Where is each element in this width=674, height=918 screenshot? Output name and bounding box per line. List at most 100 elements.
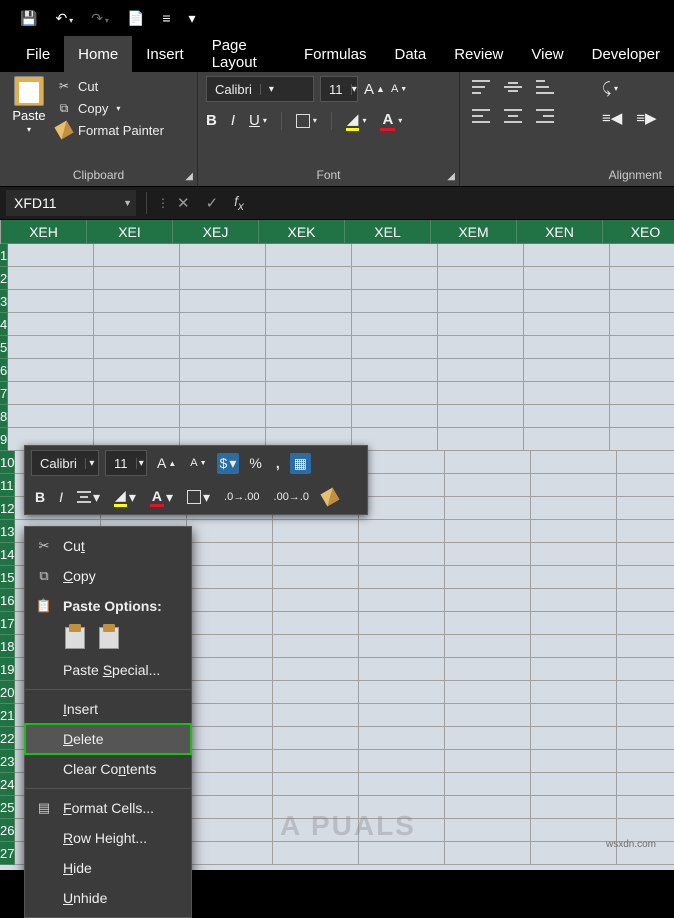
mini-decrease-font[interactable]: A▼ [186, 457, 210, 469]
column-header[interactable]: XEK [259, 220, 345, 244]
font-size-select[interactable]: 11▾ [320, 76, 358, 102]
cell[interactable] [8, 244, 94, 267]
mini-table-button[interactable]: ▦ [290, 453, 311, 474]
cell[interactable] [8, 267, 94, 290]
cell[interactable] [531, 543, 617, 566]
row-header[interactable]: 16 [0, 589, 15, 612]
row-header[interactable]: 20 [0, 681, 15, 704]
cell[interactable] [352, 313, 438, 336]
cell[interactable] [187, 635, 273, 658]
tab-file[interactable]: File [12, 36, 64, 72]
cell[interactable] [180, 359, 266, 382]
row-header[interactable]: 4 [0, 313, 8, 336]
cell[interactable] [617, 543, 674, 566]
menu-cut[interactable]: ✂Cut [25, 531, 191, 561]
row-header[interactable]: 6 [0, 359, 8, 382]
cell[interactable] [8, 382, 94, 405]
cell[interactable] [445, 727, 531, 750]
font-color-button[interactable]: A▾ [380, 111, 402, 131]
cell[interactable] [617, 566, 674, 589]
cell[interactable] [187, 520, 273, 543]
mini-increase-decimal[interactable]: .0→.00 [220, 491, 263, 503]
align-left-button[interactable] [472, 109, 490, 123]
cell[interactable] [94, 382, 180, 405]
borders-button[interactable]: ▾ [296, 114, 317, 128]
cell[interactable] [8, 290, 94, 313]
cell[interactable] [187, 796, 273, 819]
cell[interactable] [273, 612, 359, 635]
cell[interactable] [266, 382, 352, 405]
mini-size-select[interactable]: 11▾ [105, 450, 147, 476]
cell[interactable] [531, 658, 617, 681]
cell[interactable] [187, 658, 273, 681]
cell[interactable] [359, 520, 445, 543]
cell[interactable] [531, 589, 617, 612]
cell[interactable] [187, 566, 273, 589]
cell[interactable] [273, 842, 359, 865]
align-center-button[interactable] [504, 109, 522, 123]
cell[interactable] [266, 336, 352, 359]
cell[interactable] [617, 497, 674, 520]
cell[interactable] [610, 405, 674, 428]
tab-developer[interactable]: Developer [578, 36, 674, 72]
cell[interactable] [531, 819, 617, 842]
cell[interactable] [273, 543, 359, 566]
row-header[interactable]: 10 [0, 451, 15, 474]
cell[interactable] [352, 336, 438, 359]
cell[interactable] [352, 382, 438, 405]
cell[interactable] [94, 336, 180, 359]
underline-button[interactable]: U▾ [249, 112, 267, 129]
row-header[interactable]: 11 [0, 474, 15, 497]
menu-hide[interactable]: Hide [25, 853, 191, 883]
cell[interactable] [273, 727, 359, 750]
cell[interactable] [180, 382, 266, 405]
menu-paste-special[interactable]: Paste Special... [25, 655, 191, 685]
row-header[interactable]: 15 [0, 566, 15, 589]
cell[interactable] [94, 313, 180, 336]
mini-comma-button[interactable]: , [272, 455, 284, 471]
cell[interactable] [617, 773, 674, 796]
tab-insert[interactable]: Insert [132, 36, 198, 72]
cell[interactable] [610, 382, 674, 405]
cell[interactable] [359, 750, 445, 773]
row-header[interactable]: 22 [0, 727, 15, 750]
decrease-indent-button[interactable]: ≡◀ [602, 109, 622, 127]
cell[interactable] [531, 566, 617, 589]
cell[interactable] [610, 313, 674, 336]
cell[interactable] [617, 635, 674, 658]
cell[interactable] [187, 819, 273, 842]
cell[interactable] [524, 382, 610, 405]
cell[interactable] [617, 520, 674, 543]
cell[interactable] [94, 405, 180, 428]
paste-option-1[interactable] [65, 627, 85, 649]
paste-button[interactable]: Paste ▾ [8, 76, 50, 138]
cell[interactable] [8, 336, 94, 359]
cell[interactable] [187, 727, 273, 750]
column-header[interactable]: XEJ [173, 220, 259, 244]
cell[interactable] [187, 750, 273, 773]
cell[interactable] [180, 336, 266, 359]
cell[interactable] [273, 635, 359, 658]
column-header[interactable]: XEH [1, 220, 87, 244]
cell[interactable] [438, 405, 524, 428]
cell[interactable] [610, 290, 674, 313]
row-header[interactable]: 23 [0, 750, 15, 773]
orientation-button[interactable]: ⤹▾ [602, 80, 618, 97]
cell[interactable] [617, 658, 674, 681]
cell[interactable] [524, 267, 610, 290]
cell[interactable] [266, 359, 352, 382]
cell[interactable] [438, 336, 524, 359]
cell[interactable] [187, 543, 273, 566]
row-header[interactable]: 26 [0, 819, 15, 842]
cell[interactable] [187, 842, 273, 865]
copy-button[interactable]: ⧉Copy▾ [56, 100, 164, 116]
mini-format-painter[interactable] [319, 490, 341, 504]
mini-font-color[interactable]: A▾ [146, 488, 177, 507]
column-header[interactable]: XEM [431, 220, 517, 244]
cell[interactable] [617, 451, 674, 474]
cell[interactable] [180, 290, 266, 313]
cell[interactable] [187, 773, 273, 796]
cell[interactable] [524, 428, 610, 451]
row-header[interactable]: 14 [0, 543, 15, 566]
mini-percent-button[interactable]: % [245, 455, 265, 471]
